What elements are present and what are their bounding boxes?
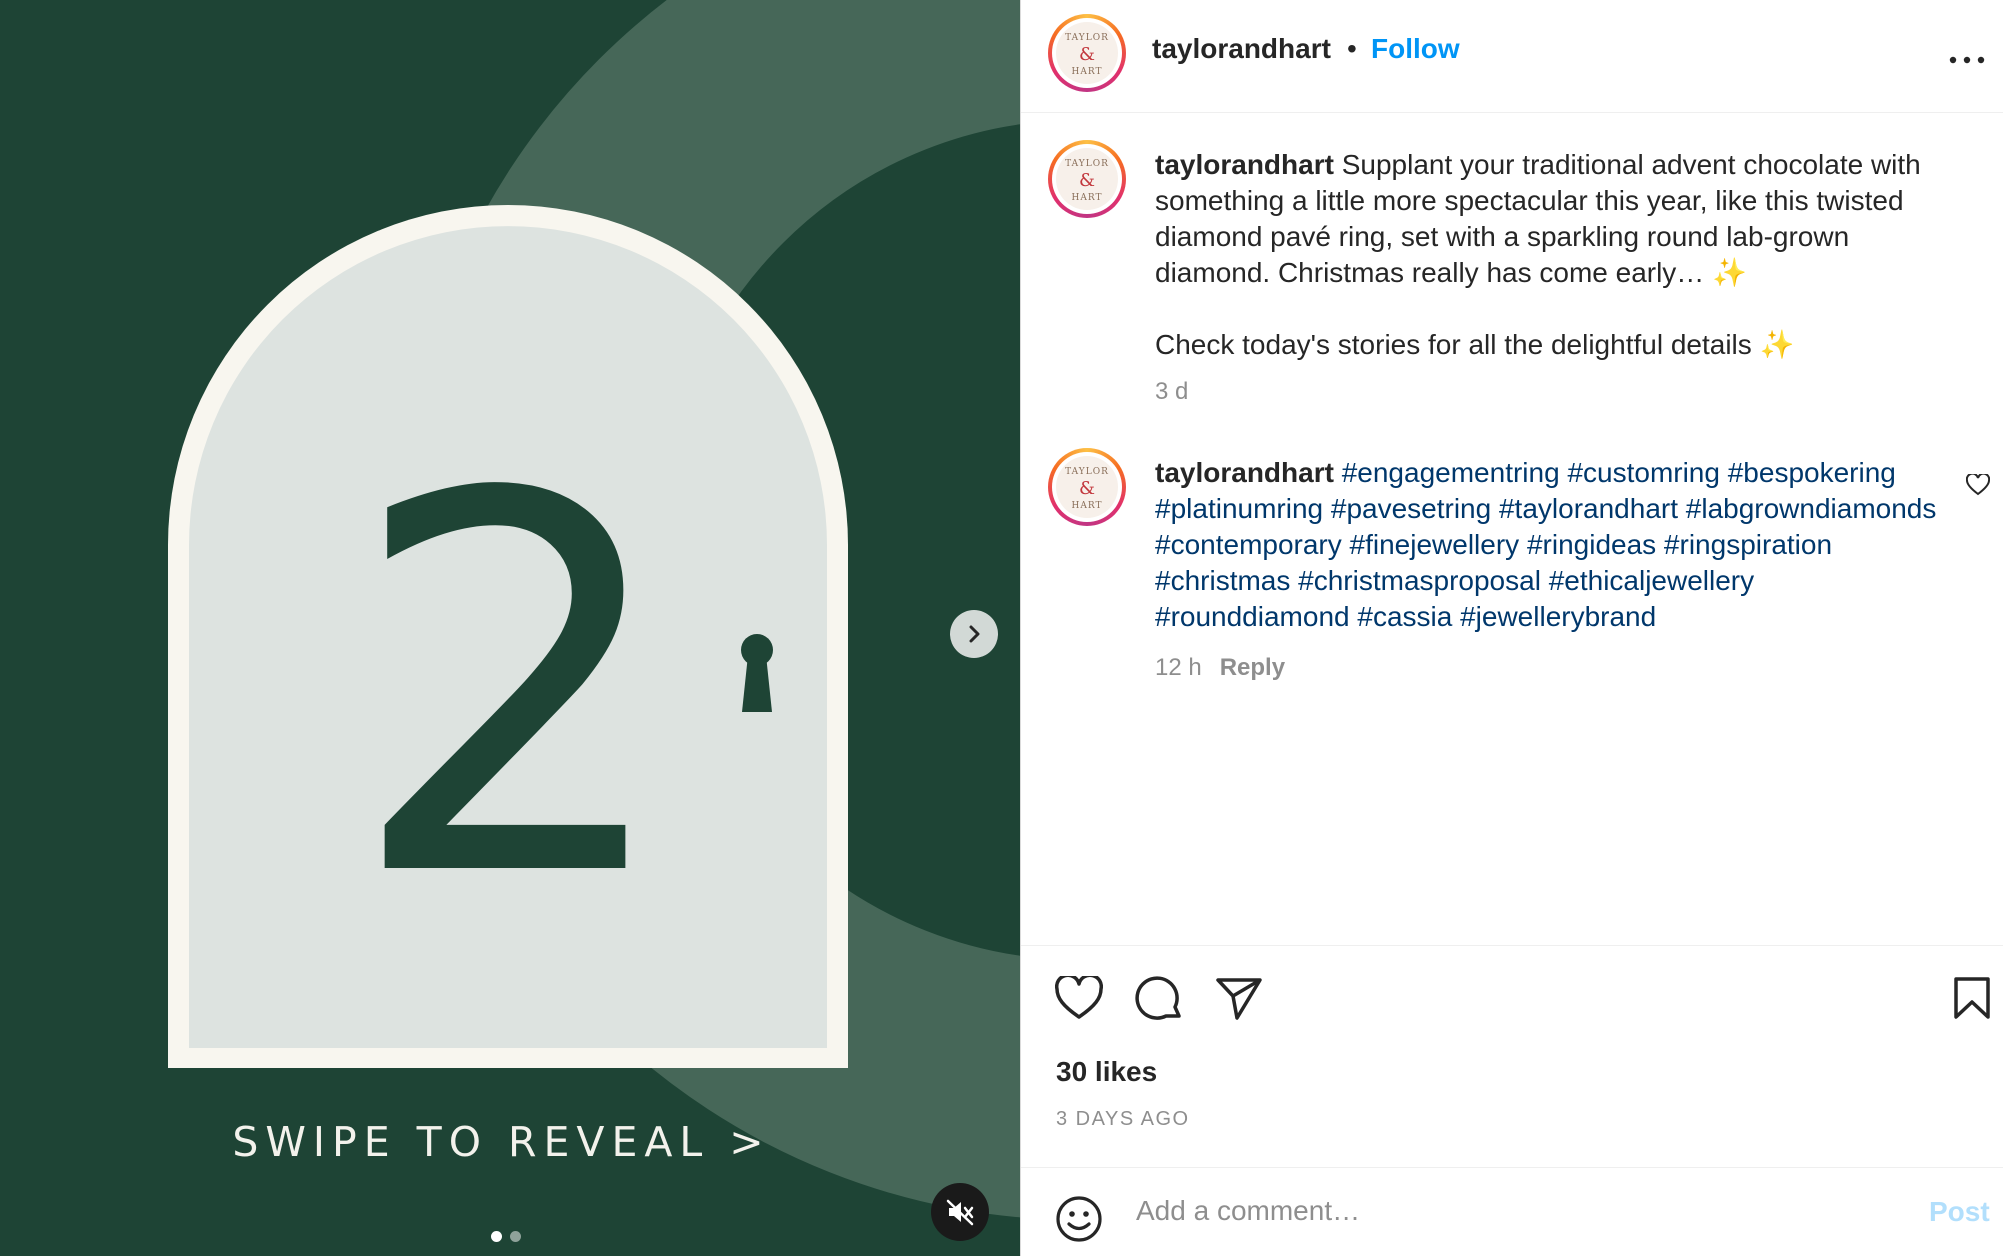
taylor-hart-logo-icon: TAYLOR & HART bbox=[1065, 159, 1109, 203]
chevron-right-icon bbox=[969, 625, 980, 643]
advent-door-artwork: 2 bbox=[168, 0, 1020, 1218]
muted-speaker-icon bbox=[946, 1199, 974, 1226]
caption-text-2: Check today's stories for all the deligh… bbox=[1155, 329, 1795, 360]
reply-button[interactable]: Reply bbox=[1220, 654, 1285, 681]
post-header: TAYLOR & HART taylorandhart • Follow bbox=[1021, 0, 2003, 113]
svg-text:HART: HART bbox=[1072, 193, 1103, 203]
like-heart-icon[interactable] bbox=[1054, 973, 1104, 1025]
svg-text:&: & bbox=[1079, 478, 1095, 499]
svg-text:TAYLOR: TAYLOR bbox=[1065, 159, 1109, 169]
follow-button[interactable]: Follow bbox=[1371, 33, 1460, 65]
caption-avatar[interactable]: TAYLOR & HART bbox=[1048, 140, 1126, 218]
comment-bubble-icon[interactable] bbox=[1135, 976, 1183, 1029]
taylor-hart-logo-icon: TAYLOR & HART bbox=[1065, 467, 1109, 511]
share-send-icon[interactable] bbox=[1215, 976, 1263, 1027]
header-separator: • bbox=[1347, 33, 1357, 64]
svg-text:HART: HART bbox=[1072, 501, 1103, 511]
comment-like-icon[interactable] bbox=[1965, 472, 1991, 501]
caption-username[interactable]: taylorandhart bbox=[1155, 149, 1334, 180]
svg-text:TAYLOR: TAYLOR bbox=[1065, 467, 1109, 477]
comment-meta: 12 h Reply bbox=[1155, 654, 1285, 682]
comment-timestamp: 12 h bbox=[1155, 654, 1202, 681]
taylor-hart-logo-icon: TAYLOR & HART bbox=[1065, 33, 1109, 77]
next-slide-button[interactable] bbox=[950, 610, 998, 658]
header-username[interactable]: taylorandhart bbox=[1152, 33, 1331, 65]
action-bar-divider bbox=[1021, 945, 2003, 947]
comment-username[interactable]: taylorandhart bbox=[1155, 457, 1334, 488]
svg-text:&: & bbox=[1079, 44, 1095, 65]
svg-text:&: & bbox=[1079, 170, 1095, 191]
post-comment-button[interactable]: Post bbox=[1929, 1196, 1990, 1228]
post-date: 3 DAYS AGO bbox=[1056, 1108, 1190, 1130]
post-media[interactable]: 2 SWIPE TO REVEAL > bbox=[0, 0, 1020, 1256]
comment-input[interactable] bbox=[1134, 1194, 1838, 1228]
swipe-to-reveal-text: SWIPE TO REVEAL > bbox=[232, 1118, 771, 1166]
like-count[interactable]: 30 likes bbox=[1056, 1056, 1157, 1088]
door-number: 2 bbox=[347, 385, 678, 991]
caption: taylorandhart Supplant your traditional … bbox=[1155, 147, 1955, 291]
comment-bar: Post bbox=[1021, 1167, 2003, 1256]
svg-text:HART: HART bbox=[1072, 67, 1103, 77]
post-details-panel: TAYLOR & HART taylorandhart • Follow TAY… bbox=[1020, 0, 2003, 1256]
emoji-smiley-icon[interactable] bbox=[1055, 1195, 1103, 1248]
carousel-indicator bbox=[491, 1231, 521, 1242]
avatar[interactable]: TAYLOR & HART bbox=[1048, 14, 1126, 92]
carousel-dot-active bbox=[491, 1231, 502, 1242]
carousel-dot bbox=[510, 1231, 521, 1242]
comment-avatar[interactable]: TAYLOR & HART bbox=[1048, 448, 1126, 526]
caption-timestamp: 3 d bbox=[1155, 378, 1189, 405]
hashtag-comment: taylorandhart #engagementring #customrin… bbox=[1155, 455, 1955, 635]
svg-text:TAYLOR: TAYLOR bbox=[1065, 33, 1109, 43]
more-options-icon[interactable] bbox=[1949, 36, 1985, 73]
mute-toggle-button[interactable] bbox=[931, 1183, 989, 1241]
save-bookmark-icon[interactable] bbox=[1952, 976, 1992, 1025]
